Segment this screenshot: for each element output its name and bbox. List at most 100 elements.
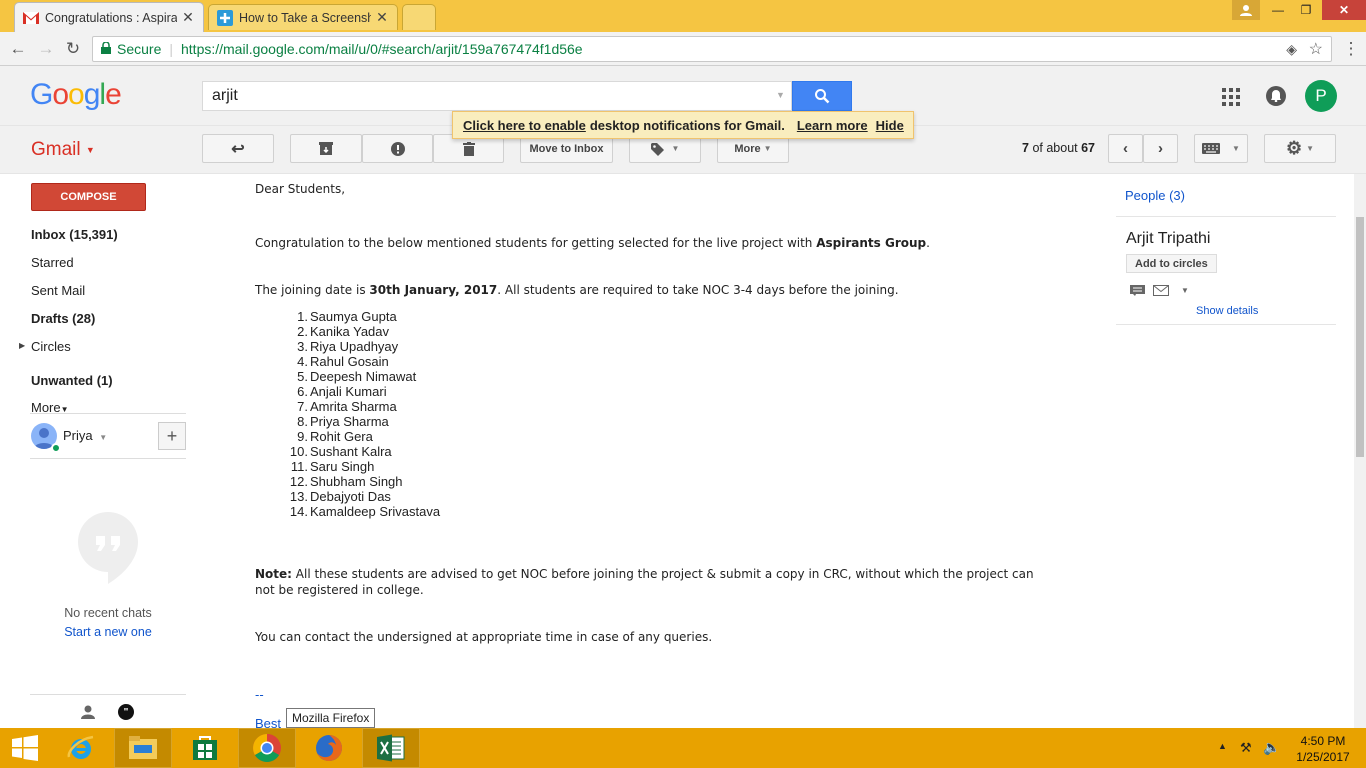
eye-icon[interactable]: ◈ [1286,41,1297,58]
compose-button[interactable]: COMPOSE [31,183,146,211]
chrome-app[interactable] [238,728,296,768]
close-tab-icon[interactable]: ✕ [181,9,195,26]
chevron-down-icon[interactable]: ▼ [1181,286,1189,295]
congrats-bold: Aspirants Group [816,236,927,250]
search-options-icon[interactable]: ▼ [776,90,785,100]
google-logo[interactable]: Google [30,78,122,112]
nav-inbox[interactable]: Inbox (15,391) [31,227,118,242]
volume-icon[interactable]: 🔈 [1263,739,1280,756]
clock-date: 1/25/2017 [1296,750,1350,764]
spam-icon [390,141,405,156]
notifications-icon[interactable] [1266,86,1286,106]
divider [30,413,186,414]
chevron-down-icon: ▼ [1232,144,1240,153]
show-hidden-icons[interactable]: ▲ [1218,741,1227,751]
contacts-icon[interactable] [81,705,95,722]
search-input[interactable]: arjit [202,81,792,111]
store-icon [193,736,217,760]
notification-text: desktop notifications for Gmail. [589,117,785,133]
chat-user-menu[interactable]: Priya ▼ [63,428,107,443]
expand-arrow-icon[interactable]: ▶ [19,341,25,350]
scrollbar-track[interactable] [1354,174,1366,728]
keyboard-icon [1202,143,1221,154]
chevron-left-icon: ‹ [1123,140,1128,157]
joining-text-end: . All students are required to take NOC … [497,283,899,297]
plus-icon [217,9,233,26]
nav-circles[interactable]: Circles [31,339,71,354]
archive-button[interactable] [290,134,362,163]
close-window-icon[interactable]: ✕ [1322,0,1366,20]
maximize-icon[interactable]: ❐ [1292,0,1320,20]
archive-icon [319,142,333,155]
search-button[interactable] [792,81,852,111]
tab-title: How to Take a Screenshot [239,10,371,25]
student-name: Priya Sharma [310,414,389,429]
store-app[interactable] [176,728,234,768]
add-to-circles-button[interactable]: Add to circles [1126,254,1217,273]
nav-unwanted[interactable]: Unwanted (1) [31,373,113,388]
note-label: Note: [255,567,292,581]
profile-icon[interactable] [1232,0,1260,20]
hide-link[interactable]: Hide [876,118,904,133]
label-icon [650,142,664,156]
list-item: 3. Riya Upadhyay [297,339,399,354]
tab-congratulations[interactable]: Congratulations : Aspirants ✕ [14,2,204,32]
back-icon[interactable]: ← [7,38,29,60]
network-icon[interactable]: ⚒ [1240,740,1252,756]
signature-dash: -- [255,688,264,702]
new-tab-button[interactable] [402,4,436,30]
hangouts-quote-icon[interactable]: " [118,704,134,720]
lock-icon [101,41,111,57]
input-tools-button[interactable]: ▼ [1194,134,1248,163]
file-explorer-app[interactable] [114,728,172,768]
student-name: Anjali Kumari [310,384,387,399]
new-chat-button[interactable]: + [158,422,186,450]
show-details-link[interactable]: Show details [1196,305,1258,317]
gmail-menu[interactable]: Gmail ▼ [31,139,95,161]
nav-starred[interactable]: Starred [31,255,74,270]
learn-more-link[interactable]: Learn more [797,118,868,133]
list-item: 5. Deepesh Nimawat [297,369,417,384]
apps-grid-icon[interactable] [1222,88,1240,109]
student-name: Rahul Gosain [310,354,389,369]
start-new-chat-link[interactable]: Start a new one [30,625,186,639]
excel-app[interactable] [362,728,420,768]
star-icon[interactable]: ☆ [1309,39,1323,59]
firefox-app[interactable] [300,728,358,768]
reload-icon[interactable]: ↻ [62,38,84,60]
system-clock[interactable]: 4:50 PM 1/25/2017 [1290,733,1356,765]
report-spam-button[interactable] [362,134,433,163]
minimize-icon[interactable]: — [1264,0,1292,20]
enable-notifications-link[interactable]: Click here to enable [463,118,586,133]
student-name: Shubham Singh [310,474,403,489]
windows-taskbar: ▲ ⚒ 🔈 4:50 PM 1/25/2017 [0,728,1366,768]
student-name: Riya Upadhyay [310,339,399,354]
url-text[interactable]: https://mail.google.com/mail/u/0/#search… [181,41,583,57]
newer-button[interactable]: ‹ [1108,134,1143,163]
close-tab-icon[interactable]: ✕ [375,9,389,26]
joining-date: 30th January, 2017 [369,283,498,297]
nav-drafts[interactable]: Drafts (28) [31,311,95,326]
list-item: 7. Amrita Sharma [297,399,397,414]
scrollbar-thumb[interactable] [1356,217,1364,457]
avatar[interactable]: P [1305,80,1337,112]
mail-icon[interactable] [1153,284,1169,299]
address-bar[interactable]: Secure | https://mail.google.com/mail/u/… [92,36,1332,62]
congrats-text: Congratulation to the below mentioned st… [255,236,817,250]
gear-icon: ⚙ [1285,138,1303,158]
settings-button[interactable]: ⚙ ▼ [1264,134,1336,163]
forward-icon[interactable]: → [35,38,57,60]
notification-banner: Click here to enable desktop notificatio… [452,111,914,139]
email-contact-line: You can contact the undersigned at appro… [255,630,713,644]
internet-explorer-app[interactable] [52,728,110,768]
start-button[interactable] [0,728,50,768]
menu-icon[interactable]: ⋮ [1340,38,1362,60]
older-button[interactable]: › [1143,134,1178,163]
chat-bubble-icon[interactable] [1130,284,1145,299]
people-header[interactable]: People (3) [1125,188,1185,203]
nav-sent-mail[interactable]: Sent Mail [31,283,85,298]
email-joining-line: The joining date is 30th January, 2017. … [255,283,899,297]
back-to-search-button[interactable]: ↩ [202,134,274,163]
ie-icon [67,735,94,759]
tab-how-to-screenshot[interactable]: How to Take a Screenshot ✕ [208,4,398,30]
